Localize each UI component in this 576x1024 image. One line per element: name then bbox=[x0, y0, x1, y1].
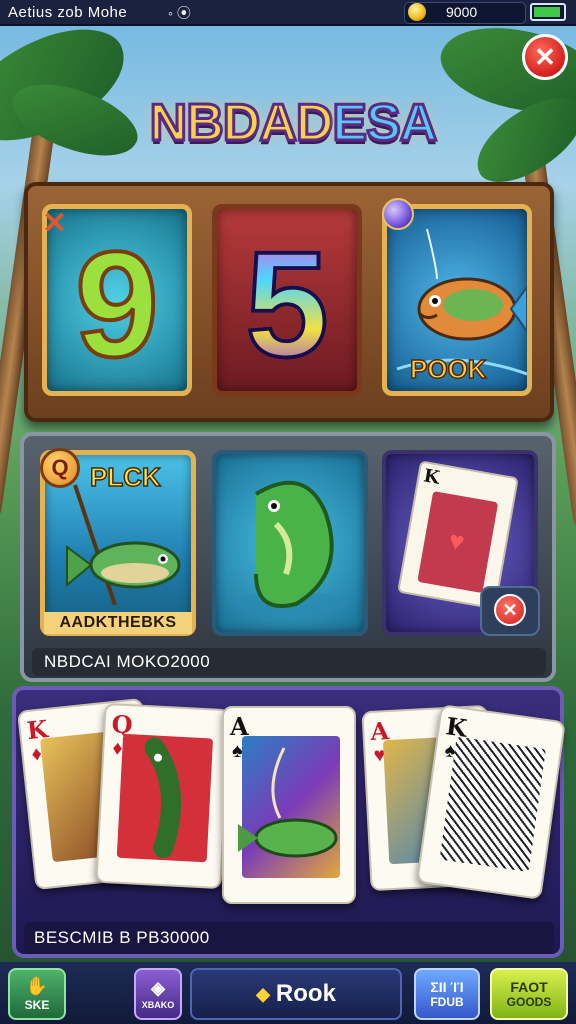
fish-icon bbox=[144, 737, 181, 859]
reel-symbol-9: 9 bbox=[73, 220, 160, 388]
x-marker-icon: ✕ bbox=[42, 207, 68, 240]
plck-label: PLCK bbox=[89, 461, 161, 493]
remove-card-button[interactable]: ✕ bbox=[494, 594, 526, 626]
coin-value: 9000 bbox=[446, 4, 478, 20]
broadcast-icon: ◦ ⦿ bbox=[168, 5, 191, 21]
nav-rook-label: Rook bbox=[275, 980, 336, 1007]
bonus-caption: NBDCAI MOKO2000 bbox=[44, 652, 211, 671]
pook-label: POOK bbox=[409, 353, 487, 385]
close-icon: ✕ bbox=[534, 41, 556, 72]
game-logo: NBDADESA bbox=[132, 82, 454, 164]
logo-text: NBDADESA bbox=[148, 93, 439, 154]
green-fish-icon bbox=[230, 480, 350, 616]
nav-store-button[interactable]: ◈ XBAKO bbox=[134, 968, 182, 1020]
nav-goods-button[interactable]: FAOT GOODS bbox=[490, 968, 568, 1020]
reel-symbol-5: 5 bbox=[217, 227, 357, 381]
bonus-card-green-fish[interactable] bbox=[212, 450, 368, 636]
nav-ske-label: SKE bbox=[24, 997, 50, 1012]
diamond-icon: ◆ bbox=[256, 983, 270, 1004]
nav-rook-button[interactable]: ◆ Rook bbox=[190, 968, 402, 1020]
nav-fdub-top: ΣΙΙ ΊΊ bbox=[430, 979, 464, 995]
orb-icon bbox=[382, 198, 414, 230]
nav-fdub-button[interactable]: ΣΙΙ ΊΊ FDUB bbox=[414, 968, 480, 1020]
nav-goods-top: FAOT bbox=[510, 979, 548, 995]
status-title: Aetius zob Mohe bbox=[8, 4, 128, 21]
nav-store-label: XBAKO bbox=[141, 999, 175, 1010]
chest-icon: ◈ bbox=[151, 977, 165, 998]
hand-card-5[interactable]: K ♠ bbox=[416, 704, 566, 900]
battery-level bbox=[534, 7, 560, 17]
bonus-card-banner: AADKTHEBKS bbox=[44, 612, 192, 634]
nav-fdub-label: FDUB bbox=[430, 995, 464, 1009]
close-icon: ✕ bbox=[502, 599, 518, 620]
fish-icon bbox=[238, 747, 338, 858]
hand-caption: BESCMIB B PB30000 bbox=[34, 928, 210, 947]
nav-ske-button[interactable]: ✋ SKE bbox=[8, 968, 66, 1020]
nav-goods-label: GOODS bbox=[506, 995, 552, 1009]
magnifier-icon: Q bbox=[40, 448, 80, 488]
card-rank: K bbox=[421, 465, 442, 489]
coin-icon bbox=[408, 3, 426, 21]
hand-card-3[interactable]: A ♠ bbox=[222, 706, 356, 904]
close-button[interactable]: ✕ bbox=[522, 34, 568, 80]
card-art bbox=[439, 736, 546, 872]
hand-icon: ✋ bbox=[25, 975, 49, 996]
hand-card-2[interactable]: Q ♦ bbox=[95, 702, 231, 890]
reel-slot-2[interactable]: 5 bbox=[212, 204, 362, 396]
